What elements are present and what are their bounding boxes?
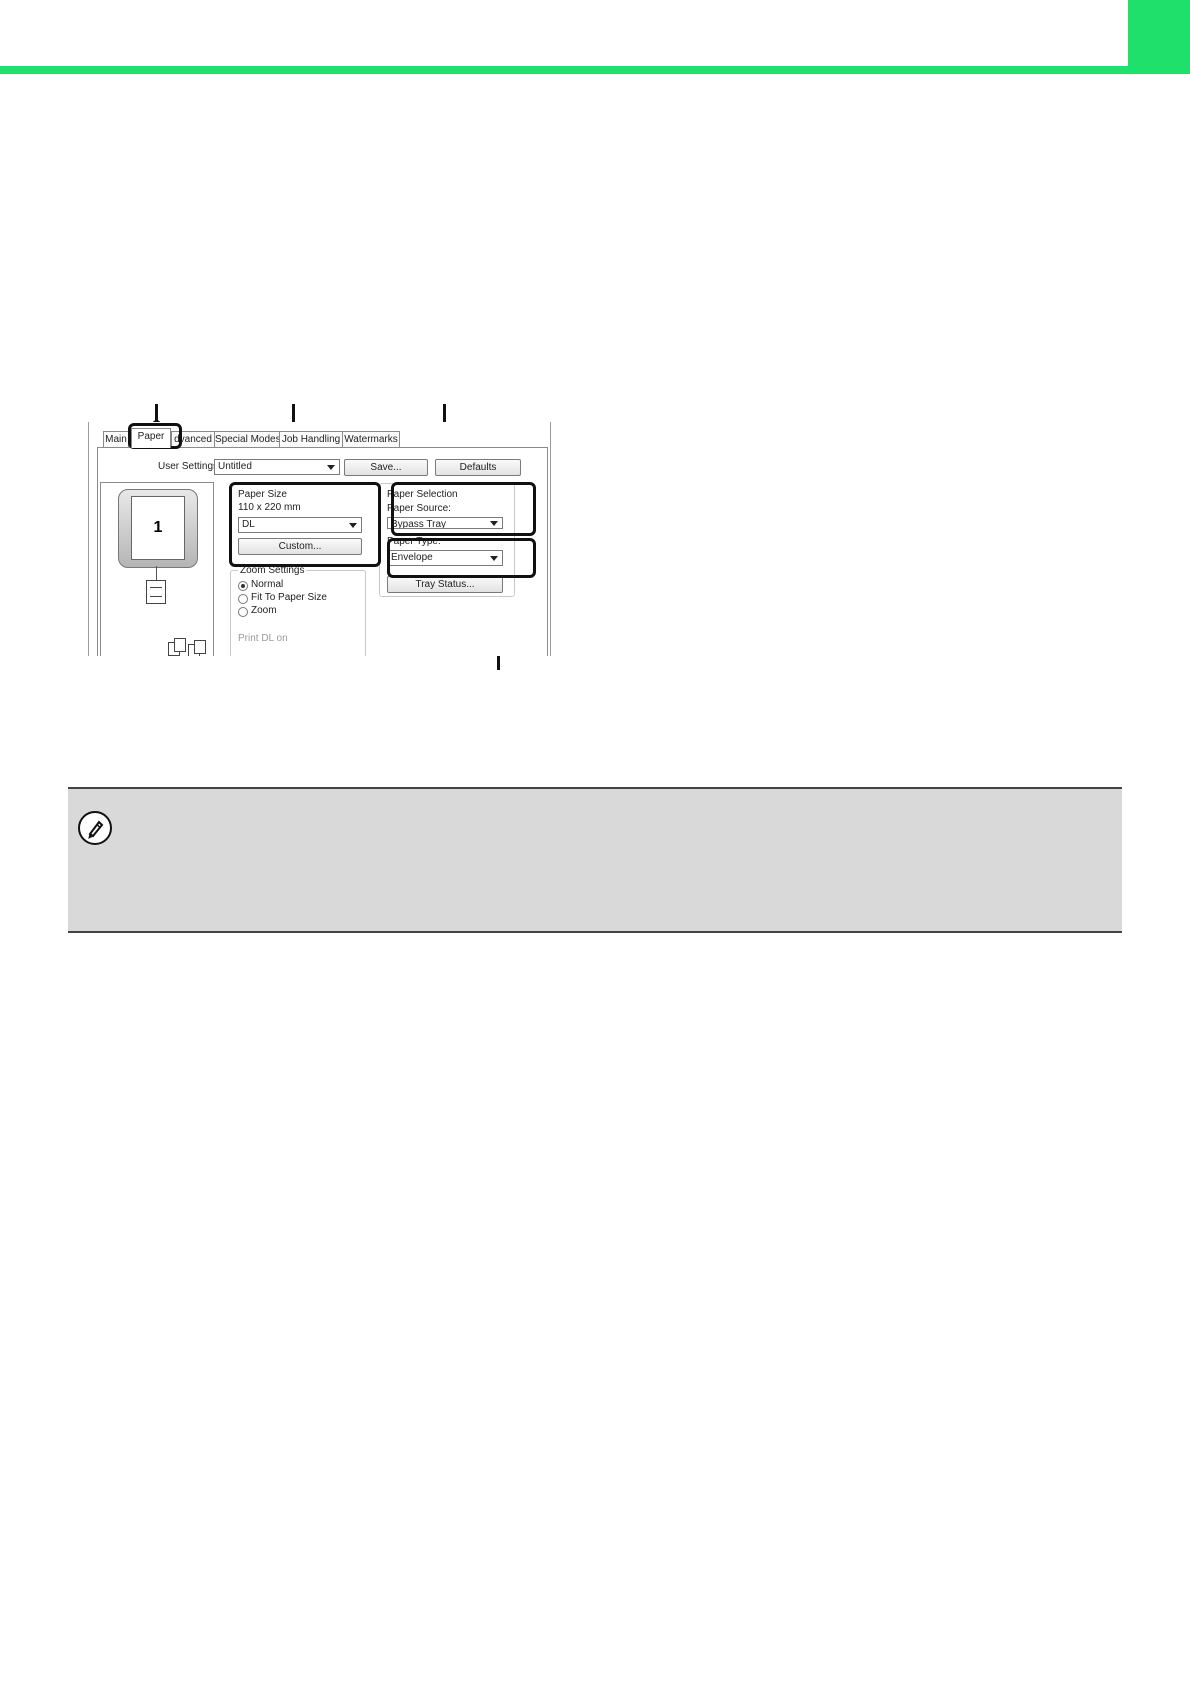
zoom-zoom-radio[interactable] <box>238 607 248 617</box>
pencil-icon <box>78 811 112 845</box>
user-settings-label: User Settings: <box>158 461 221 472</box>
chapter-tab <box>1128 0 1190 74</box>
tab-special-modes[interactable]: Special Modes <box>214 431 281 448</box>
user-settings-value: Untitled <box>218 461 252 472</box>
page-preview: 1 <box>118 489 198 568</box>
highlight-paper-size <box>229 482 381 567</box>
zoom-normal-radio[interactable] <box>238 581 248 591</box>
save-button[interactable]: Save... <box>344 459 428 476</box>
zoom-zoom-label: Zoom <box>251 605 277 616</box>
tab-job-handling[interactable]: Job Handling <box>279 431 343 448</box>
note-box <box>68 787 1122 933</box>
tab-paper[interactable]: Paper <box>131 428 171 448</box>
tab-main[interactable]: Main <box>103 431 129 448</box>
page-number: 1 <box>153 519 163 536</box>
zoom-fit-radio[interactable] <box>238 594 248 604</box>
page-preview-sheet: 1 <box>131 496 185 560</box>
zoom-normal-label: Normal <box>251 579 284 590</box>
chevron-down-icon <box>327 465 335 470</box>
print-on-label: Print DL on <box>238 633 288 644</box>
preview-connector <box>156 566 157 580</box>
highlight-paper-selection <box>391 482 536 536</box>
zoom-fit-label: Fit To Paper Size <box>251 592 327 603</box>
tab-watermarks[interactable]: Watermarks <box>342 431 400 448</box>
highlight-paper-type <box>387 538 536 578</box>
header-accent-line <box>0 66 1190 74</box>
tray-status-button[interactable]: Tray Status... <box>387 576 503 593</box>
collate-icon <box>168 638 206 656</box>
defaults-button[interactable]: Defaults <box>435 459 521 476</box>
document-icon <box>146 580 166 604</box>
user-settings-select[interactable]: Untitled <box>214 459 340 475</box>
